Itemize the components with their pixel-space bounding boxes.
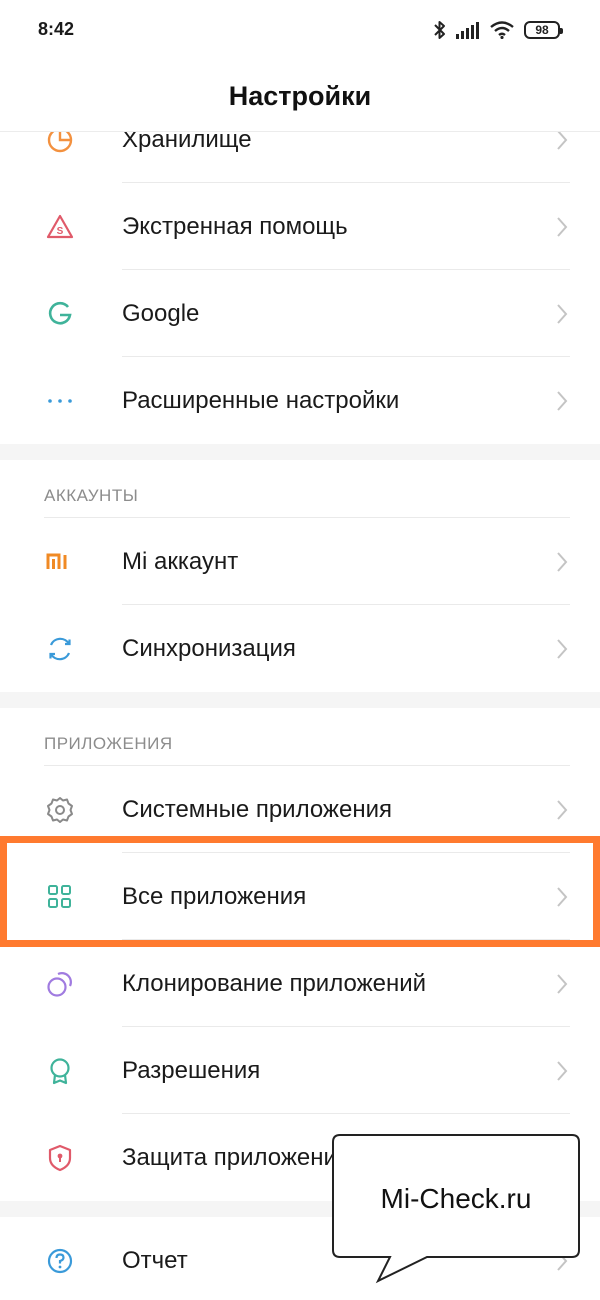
bluetooth-icon [434,20,446,40]
chevron-right-icon [554,885,570,909]
chevron-right-icon [554,215,570,239]
dual-apps-icon [44,968,76,1000]
chevron-right-icon [554,1059,570,1083]
settings-item-label: Mi аккаунт [122,547,239,575]
battery-icon: 98 [524,21,563,39]
more-dots-icon [44,385,76,417]
settings-item-permissions[interactable]: Разрешения [0,1027,600,1114]
settings-item-label: Расширенные настройки [122,386,400,414]
chevron-right-icon [554,132,570,152]
settings-screen: 8:42 98 Настройки Хранилище S Экстренная… [0,0,600,1300]
watermark-callout: Mi-Check.ru [332,1134,580,1284]
settings-item-mi-account[interactable]: Mi аккаунт [0,518,600,605]
settings-item-label: Экстренная помощь [122,212,348,240]
permissions-badge-icon [44,1055,76,1087]
storage-pie-icon [44,132,76,156]
signal-icon [456,21,480,39]
section-title: ПРИЛОЖЕНИЯ [44,734,173,753]
settings-item-label: Синхронизация [122,634,296,662]
settings-item-label: Разрешения [122,1056,261,1084]
settings-item-google[interactable]: Google [0,270,600,357]
section-header-accounts: АККАУНТЫ [0,460,600,518]
settings-item-all-apps[interactable]: Все приложения [0,853,600,940]
svg-text:S: S [57,226,64,237]
settings-item-label: Клонирование приложений [122,969,427,997]
settings-item-emergency-sos[interactable]: S Экстренная помощь [0,183,600,270]
chevron-right-icon [554,389,570,413]
watermark-text: Mi-Check.ru [380,1183,532,1214]
gear-icon [44,794,76,826]
settings-item-label: Защита приложений [122,1143,351,1171]
settings-item-label: Google [122,299,200,327]
settings-item-label: Все приложения [122,882,307,910]
google-icon [44,298,76,330]
chevron-right-icon [554,302,570,326]
section-title: АККАУНТЫ [44,486,139,505]
section-gap [0,692,600,708]
settings-item-advanced[interactable]: Расширенные настройки [0,357,600,444]
settings-list-scroll: Хранилище S Экстренная помощь Google Рас… [0,132,600,1300]
settings-item-storage[interactable]: Хранилище [0,132,600,183]
chevron-right-icon [554,550,570,574]
app-header: Настройки [0,62,600,132]
section-gap [0,444,600,460]
status-bar: 8:42 98 [0,0,600,62]
sync-icon [44,633,76,665]
settings-item-system-apps[interactable]: Системные приложения [0,766,600,853]
mi-logo-icon [44,546,76,578]
wifi-icon [490,21,514,39]
chevron-right-icon [554,972,570,996]
shield-lock-icon [44,1142,76,1174]
settings-list[interactable]: Хранилище S Экстренная помощь Google Рас… [0,132,600,1300]
settings-item-sync[interactable]: Синхронизация [0,605,600,692]
status-icons: 98 [434,18,563,42]
chevron-right-icon [554,637,570,661]
status-time: 8:42 [38,19,75,39]
page-title: Настройки [228,81,372,111]
settings-item-dual-apps[interactable]: Клонирование приложений [0,940,600,1027]
settings-item-label: Хранилище [122,132,252,153]
settings-item-label: Отчет [122,1246,188,1274]
help-question-icon [44,1245,76,1277]
sos-warning-icon: S [44,211,76,243]
apps-grid-icon [44,881,76,913]
settings-item-label: Системные приложения [122,795,392,823]
chevron-right-icon [554,798,570,822]
section-header-apps: ПРИЛОЖЕНИЯ [0,708,600,766]
